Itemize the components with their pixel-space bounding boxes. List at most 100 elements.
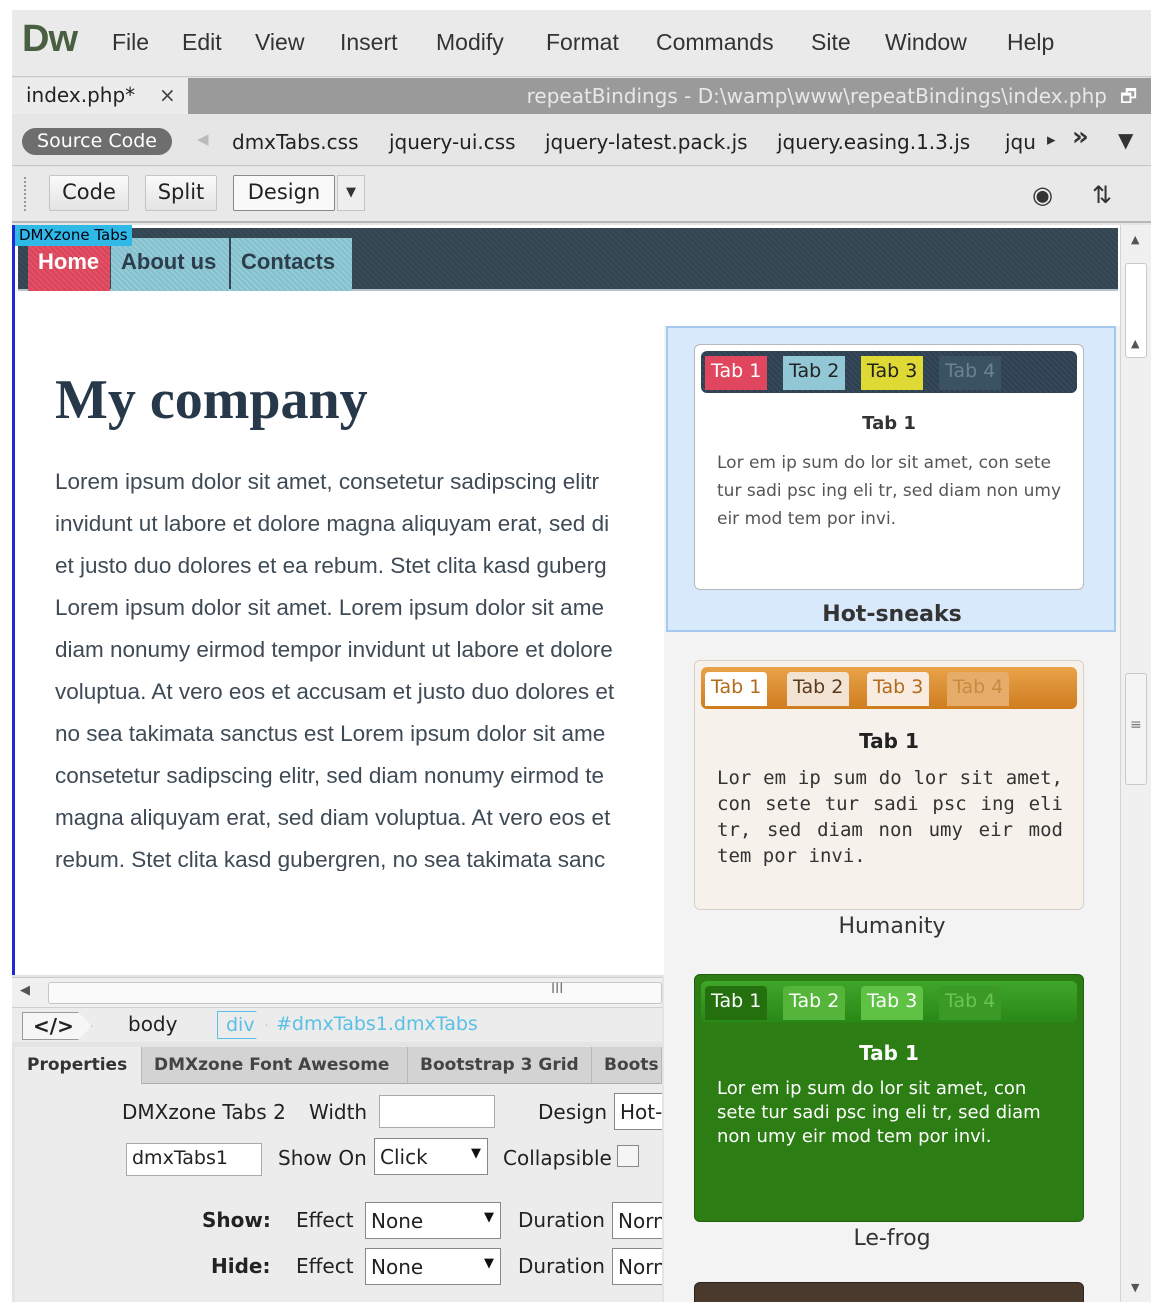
tab-font-awesome[interactable]: DMXzone Font Awesome [142,1047,408,1084]
tag-id[interactable]: #dmxTabs1.dmxTabs [276,1013,478,1035]
show-label: Show: [202,1208,271,1232]
design-card-humanity[interactable]: Tab 1 Tab 2 Tab 3 Tab 4 Tab 1 Lor em ip … [694,660,1084,910]
body-line: et justo duo dolores et ea rebum. Stet c… [55,553,607,578]
related-file[interactable]: jquery-latest.pack.js [545,130,748,154]
scroll-thumb[interactable]: III [48,981,662,1004]
menu-help[interactable]: Help [1007,29,1054,56]
design-card-hot-sneaks[interactable]: Tab 1 Tab 2 Tab 3 Tab 4 Tab 1 Lor em ip … [694,344,1084,590]
hide-label: Hide: [211,1254,271,1278]
menu-window[interactable]: Window [885,29,967,56]
body-line: rebum. Stet clita kasd gubergren, no sea… [55,847,606,871]
close-icon[interactable]: × [159,83,176,107]
property-inspector: DMXzone Tabs 2 Width Design Hot- dmxTabs… [15,1084,662,1302]
preview-body: Lor em ip sum do lor sit amet, con sete … [717,1078,1041,1147]
preview-tab: Tab 3 [861,986,924,1020]
body-line: invidunt ut labore et dolore magna aliqu… [55,511,610,536]
document-path: repeatBindings - D:\wamp\www\repeatBindi… [526,84,1107,108]
panel-scroll-up-icon[interactable]: ▲ [1131,337,1139,350]
tab-strip: Tab 1 Tab 2 Tab 3 Tab 4 [701,667,1077,709]
split-view-button[interactable]: Split [145,175,217,211]
doc-tab-index[interactable]: index.php* × [12,78,188,114]
menu-insert[interactable]: Insert [340,29,398,56]
tag-div[interactable]: div [217,1011,267,1039]
chevron-down-icon: ▼ [484,1256,494,1271]
duration-label: Duration [518,1208,605,1232]
show-duration-select[interactable]: Norn [612,1202,662,1239]
body-line: diam nonumy eirmod tempor invidunt ut la… [55,637,613,662]
sort-icon[interactable]: ⇅ [1092,181,1112,209]
menu-file[interactable]: File [112,29,149,56]
hide-effect-select[interactable]: None ▼ [365,1248,501,1285]
show-effect-select[interactable]: None ▼ [365,1202,501,1239]
preview-tab: Tab 1 [705,356,768,390]
body-line: Lorem ipsum dolor sit amet, consetetur s… [55,469,599,494]
view-dropdown-icon[interactable]: ▼ [337,175,365,211]
id-input[interactable]: dmxTabs1 [126,1143,262,1176]
related-file[interactable]: jquery-ui.css [389,130,516,154]
design-view-button[interactable]: Design [233,175,335,211]
tab-bootstrap-grid[interactable]: Bootstrap 3 Grid [408,1047,592,1084]
scroll-left-icon[interactable]: ◀ [197,130,209,148]
design-card-le-frog[interactable]: Tab 1 Tab 2 Tab 3 Tab 4 Tab 1 Lor em ip … [694,974,1084,1222]
menu-commands[interactable]: Commands [656,29,774,56]
related-file[interactable]: jqu [1005,130,1035,154]
preview-tab: Tab 3 [867,672,930,706]
globe-icon[interactable]: ◉ [1032,181,1053,209]
duration-label: Duration [518,1254,605,1278]
doc-tab-label: index.php* [26,83,136,107]
toolbar-grip[interactable] [24,177,30,211]
scroll-down-icon[interactable]: ▼ [1131,1281,1139,1294]
menu-edit[interactable]: Edit [182,29,222,56]
tab-bootstrap[interactable]: Boots [592,1047,662,1084]
grip-icon: ≡ [1130,717,1142,733]
show-on-select[interactable]: Click ▼ [374,1138,488,1175]
source-code-button[interactable]: Source Code [22,128,172,155]
restore-window-icon[interactable]: 🗗 [1120,84,1137,114]
design-card-partial[interactable] [694,1282,1084,1302]
preview-tab: Tab 2 [783,356,846,390]
document-tab-bar: index.php* × repeatBindings - D:\wamp\ww… [12,78,1151,114]
page-heading: My company [55,369,368,431]
tag-selector: </> body div #dmxTabs1.dmxTabs [12,1007,662,1042]
effect-label: Effect [296,1254,354,1278]
menu-modify[interactable]: Modify [436,29,504,56]
scroll-right-icon[interactable]: ▸ [1047,130,1056,150]
hide-duration-select[interactable]: Norn [612,1248,662,1285]
nav-contacts[interactable]: Contacts [231,238,352,291]
tab-strip: Tab 1 Tab 2 Tab 3 Tab 4 [701,981,1077,1023]
design-label: Design [538,1100,608,1124]
tab-properties[interactable]: Properties [15,1047,142,1084]
collapsible-checkbox[interactable] [617,1145,639,1167]
menu-site[interactable]: Site [811,29,851,56]
preview-heading: Tab 1 [859,1041,919,1065]
panel-scroll-thumb[interactable]: ≡ [1125,673,1147,785]
preview-tab: Tab 4 [939,356,1002,390]
menu-format[interactable]: Format [546,29,619,56]
body-line: consetetur sadipscing elitr, sed diam no… [55,763,605,788]
body-line: no sea takimata sanctus est Lorem ipsum … [55,721,606,746]
preview-tab: Tab 2 [783,986,846,1020]
more-files-icon[interactable]: » [1072,122,1089,152]
component-label: DMXzone Tabs [15,225,132,246]
preview-heading: Tab 1 [859,729,919,753]
design-chooser-panel: Tab 1 Tab 2 Tab 3 Tab 4 Tab 1 Lor em ip … [664,326,1120,1302]
code-view-button[interactable]: Code [49,175,129,211]
filter-icon[interactable]: ▼ [1118,128,1133,152]
code-tag-icon[interactable]: </> [22,1012,92,1040]
vertical-scrollbar[interactable]: ▲ ▲ ≡ ▼ [1120,225,1151,1302]
tab-strip: Tab 1 Tab 2 Tab 3 Tab 4 [701,351,1077,393]
design-name: Hot-sneaks [822,602,962,627]
tag-body[interactable]: body [128,1012,177,1036]
menu-view[interactable]: View [255,29,304,56]
grip-icon: III [551,981,564,997]
width-label: Width [309,1100,368,1124]
preview-tab: Tab 1 [705,672,768,706]
scroll-up-icon[interactable]: ▲ [1131,233,1139,246]
related-file[interactable]: dmxTabs.css [232,130,358,154]
scroll-left-arrow-icon[interactable]: ◀ [20,983,30,998]
horizontal-scrollbar[interactable]: ◀ III [12,977,662,1007]
width-input[interactable] [379,1095,495,1128]
design-select[interactable]: Hot- [614,1093,662,1130]
preview-tab: Tab 4 [939,986,1002,1020]
related-file[interactable]: jquery.easing.1.3.js [777,130,970,154]
